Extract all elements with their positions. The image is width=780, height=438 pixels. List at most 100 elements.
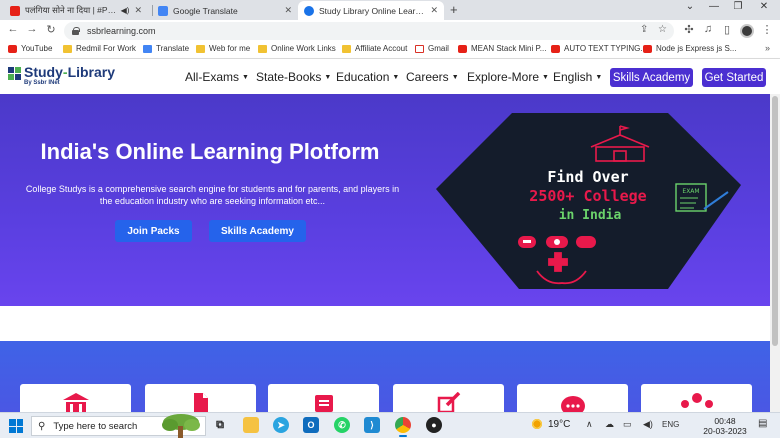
- whatsapp-icon[interactable]: ✆: [334, 417, 350, 433]
- bookmark-mean-stack[interactable]: MEAN Stack Mini P...: [458, 44, 546, 53]
- folder-icon: [63, 44, 72, 53]
- nav-state-books[interactable]: State-Books ▼: [256, 70, 331, 84]
- task-view-icon[interactable]: ⧉: [212, 417, 228, 433]
- youtube-icon: [643, 44, 652, 53]
- bookmark-web-for-me[interactable]: Web for me: [196, 44, 250, 53]
- show-hidden-icons-chevron-icon[interactable]: ∧: [586, 419, 593, 430]
- network-icon[interactable]: ▭: [623, 419, 632, 430]
- category-card-document[interactable]: [145, 384, 256, 412]
- bookmark-online-work[interactable]: Online Work Links: [258, 44, 336, 53]
- nav-education[interactable]: Education ▼: [336, 70, 399, 84]
- category-card-chat[interactable]: [517, 384, 628, 412]
- hero-skills-academy-button[interactable]: Skills Academy: [209, 220, 306, 242]
- gmail-icon: [415, 44, 424, 53]
- windows-taskbar: ⚲ Type here to search ⧉ ➤ O ✆ ⟩ ● 19°C ∧…: [0, 412, 780, 438]
- category-card-news[interactable]: [268, 384, 379, 412]
- side-panel-icon[interactable]: ▯: [720, 23, 734, 36]
- github-icon[interactable]: ●: [426, 417, 442, 433]
- profile-avatar[interactable]: [740, 24, 754, 38]
- forward-arrow-icon[interactable]: →: [25, 23, 39, 35]
- nav-careers[interactable]: Careers ▼: [406, 70, 459, 84]
- extensions-puzzle-icon[interactable]: ✣: [682, 23, 696, 36]
- site-favicon-icon: [304, 5, 314, 16]
- bookmark-auto-text[interactable]: AUTO TEXT TYPING...: [551, 44, 647, 53]
- volume-icon[interactable]: ◀): [643, 419, 653, 430]
- exam-icon-text: EXAM: [682, 188, 699, 195]
- minimize-button[interactable]: —: [702, 1, 726, 12]
- get-started-button[interactable]: Get Started: [702, 68, 766, 87]
- menu-kebab-icon[interactable]: ⋮: [760, 23, 774, 36]
- skills-academy-button[interactable]: Skills Academy: [610, 68, 693, 87]
- folder-icon: [342, 44, 351, 53]
- bookmark-affiliate[interactable]: Affiliate Accout: [342, 44, 407, 53]
- close-icon[interactable]: ✕: [134, 5, 142, 16]
- close-icon[interactable]: ✕: [430, 5, 438, 16]
- windows-start-icon[interactable]: [9, 419, 23, 433]
- promo-line3: in India: [559, 208, 622, 223]
- pdf-document-icon: [193, 393, 208, 412]
- tab-google-translate[interactable]: Google Translate ✕: [152, 1, 298, 20]
- bookmark-label: Gmail: [428, 44, 449, 53]
- caret-down-icon: ▼: [595, 74, 603, 81]
- chrome-icon[interactable]: [395, 417, 411, 437]
- bookmarks-overflow-icon[interactable]: »: [765, 43, 770, 53]
- media-control-icon[interactable]: ♫: [701, 23, 715, 35]
- feature-pill-icons: [518, 236, 596, 248]
- search-icon: ⚲: [38, 420, 46, 432]
- outlook-icon[interactable]: O: [303, 417, 319, 433]
- bookmark-label: YouTube: [21, 44, 53, 53]
- share-icon[interactable]: ⇪: [640, 24, 648, 35]
- language-indicator[interactable]: ENG: [662, 420, 679, 429]
- restore-button[interactable]: ❐: [726, 1, 750, 12]
- caret-down-icon: ▼: [542, 74, 549, 81]
- address-bar[interactable]: ssbrlearning.com: [64, 22, 674, 40]
- college-promo-banner[interactable]: Find Over 2500+ College in India EXAM: [436, 113, 741, 289]
- category-card-institute[interactable]: [20, 384, 131, 412]
- new-tab-button[interactable]: +: [450, 2, 458, 17]
- bookmark-youtube[interactable]: YouTube: [8, 44, 52, 53]
- vscode-icon[interactable]: ⟩: [364, 417, 380, 433]
- site-header: Study-Library By Ssbr INet All-Exams ▼ St…: [0, 59, 780, 94]
- bookmark-label: Redmil For Work: [76, 44, 136, 53]
- community-dots-icon: [680, 393, 713, 408]
- telegram-icon[interactable]: ➤: [273, 417, 289, 433]
- close-window-button[interactable]: ✕: [752, 1, 776, 12]
- bookmark-gmail[interactable]: Gmail: [415, 44, 449, 53]
- join-packs-button[interactable]: Join Packs: [115, 220, 192, 242]
- file-explorer-icon[interactable]: [243, 417, 259, 433]
- section-divider: [0, 306, 770, 341]
- close-icon[interactable]: ✕: [284, 5, 292, 16]
- search-placeholder: Type here to search: [53, 420, 138, 432]
- youtube-icon: [10, 5, 20, 16]
- tab-search-chevron-icon[interactable]: ⌄: [678, 1, 702, 12]
- notifications-icon[interactable]: ▤: [758, 418, 767, 429]
- bookmark-translate[interactable]: Translate: [143, 44, 189, 53]
- speaker-icon[interactable]: ◀): [121, 6, 130, 15]
- promo-line1: Find Over: [547, 168, 628, 186]
- taskbar-clock[interactable]: 00:48 20-03-2023: [702, 416, 748, 436]
- tab-study-library[interactable]: Study Library Online Learning ✕: [298, 1, 444, 20]
- lock-icon[interactable]: [72, 27, 80, 35]
- nav-explore-more[interactable]: Explore-More ▼: [467, 70, 549, 84]
- nav-label: All-Exams: [185, 70, 240, 84]
- nav-all-exams[interactable]: All-Exams ▼: [185, 70, 249, 84]
- reload-icon[interactable]: ↻: [44, 23, 58, 36]
- weather-widget[interactable]: 19°C: [531, 418, 570, 430]
- page-scrollbar[interactable]: [770, 94, 780, 412]
- bookmark-star-icon[interactable]: ☆: [658, 24, 667, 35]
- institute-building-icon: [62, 393, 89, 412]
- back-arrow-icon[interactable]: ←: [6, 23, 20, 35]
- nav-label: Careers: [406, 70, 449, 84]
- tab-title: पलंगिया सोने ना दिया | #Pawan: [25, 5, 118, 15]
- logo-subtitle: By Ssbr INet: [24, 80, 60, 86]
- nav-language[interactable]: English ▼: [553, 70, 602, 84]
- category-card-community[interactable]: [641, 384, 752, 412]
- caret-down-icon: ▼: [242, 74, 249, 81]
- category-card-edit[interactable]: [393, 384, 504, 412]
- bookmark-redmil[interactable]: Redmil For Work: [63, 44, 136, 53]
- site-logo[interactable]: Study-Library By Ssbr INet: [8, 65, 115, 86]
- scrollbar-thumb[interactable]: [772, 96, 778, 346]
- onedrive-cloud-icon[interactable]: ☁: [605, 419, 614, 430]
- bookmark-node-express[interactable]: Node js Express js S...: [643, 44, 736, 53]
- tab-youtube-song[interactable]: पलंगिया सोने ना दिया | #Pawan ◀) ✕: [4, 1, 148, 20]
